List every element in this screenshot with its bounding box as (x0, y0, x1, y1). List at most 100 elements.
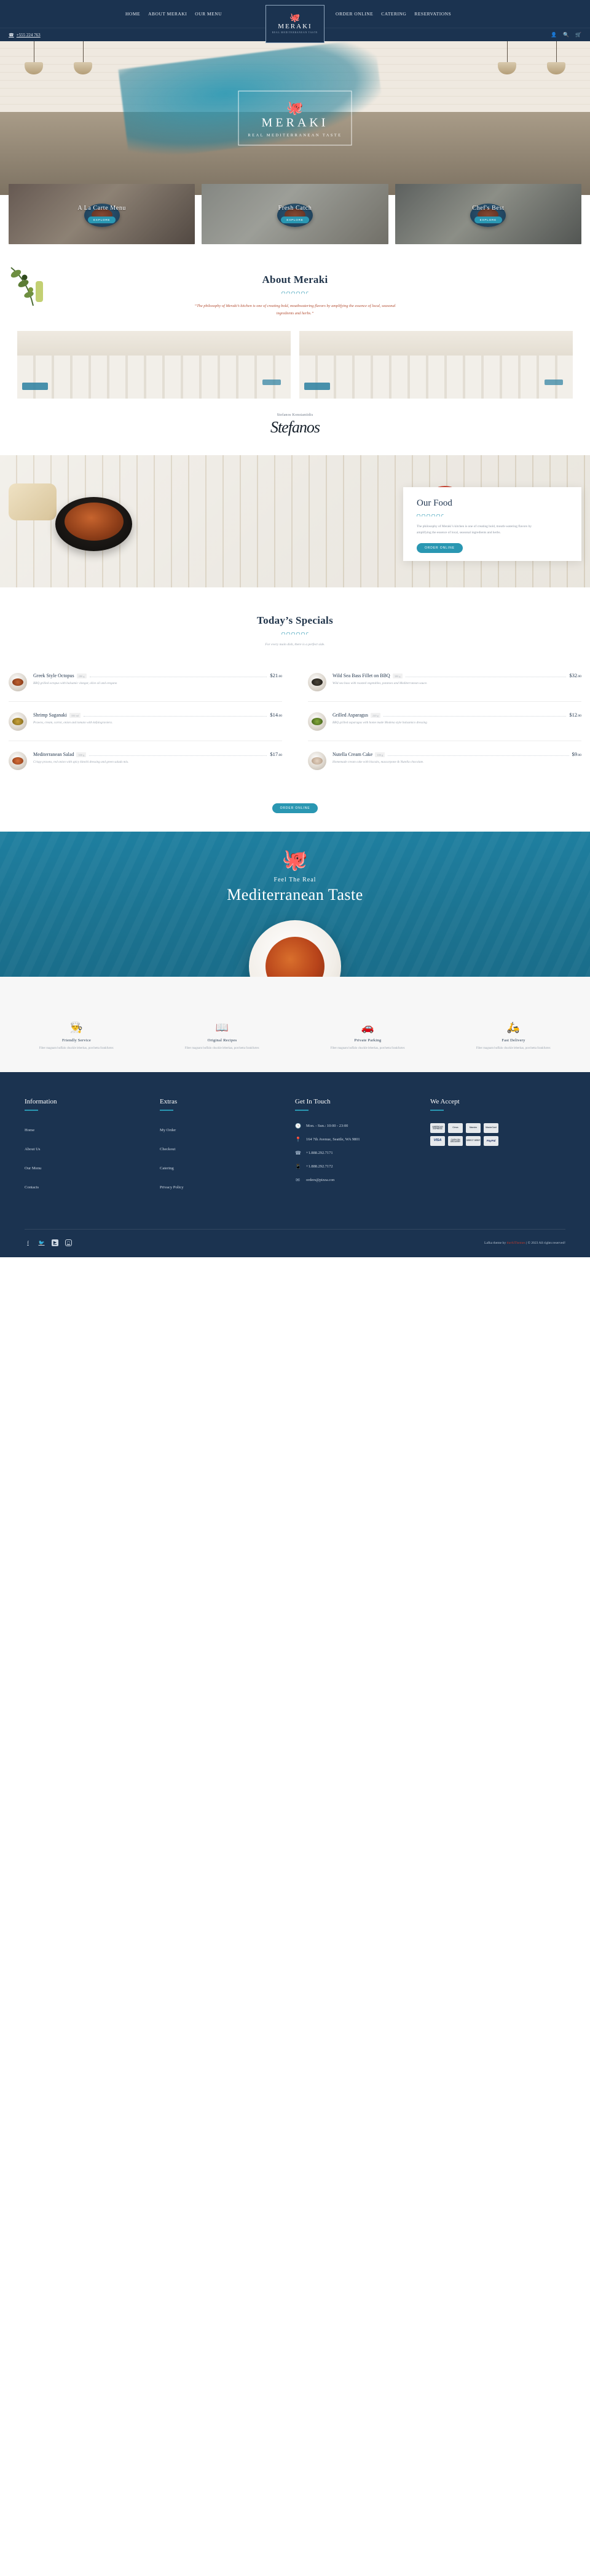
footer-column-title: We Accept (430, 1098, 460, 1106)
list-item: Catering (160, 1161, 295, 1172)
footer-link-my-order[interactable]: My Order (160, 1128, 176, 1132)
youtube-icon[interactable]: ▶ (52, 1239, 58, 1247)
banner-line-2: Mediterranean Taste (227, 885, 363, 904)
our-food-card: Our Food The philosophy of Meraki’s kitc… (403, 487, 581, 561)
mobile-number[interactable]: +1.888.292.7172 (306, 1164, 333, 1169)
salad-thumb (9, 751, 27, 770)
about-section: About Meraki “The philosophy of Meraki’s… (0, 244, 590, 437)
email-address[interactable]: orders@pizza.con (306, 1178, 334, 1182)
footer-link-contacts[interactable]: Contacts (25, 1185, 39, 1190)
special-price: $14.00 (270, 711, 282, 718)
footer-link-about-us[interactable]: About Us (25, 1147, 40, 1151)
card-overlay: Chef's Best Explore (395, 184, 581, 244)
twitter-icon[interactable]: 🐦 (38, 1239, 45, 1246)
card-title: Chef's Best (472, 205, 505, 212)
special-weight: 350 ml (69, 713, 81, 718)
promo-card-chefs-best[interactable]: Chef's Best Explore (395, 184, 581, 244)
todays-specials-section: Today’s Specials For every main dish, th… (0, 587, 590, 832)
promo-card-a-la-carte[interactable]: A La Carte Menu Explore (9, 184, 195, 244)
footer-link-list: My Order Checkout Catering Privacy Polic… (160, 1123, 295, 1191)
copyright-text: Lafka theme by theAlThemes | © 2023 All … (484, 1241, 565, 1245)
special-description: BBQ grilled octopus with balsamic vinega… (33, 681, 117, 685)
title-underline (430, 1110, 444, 1111)
theme-credit-link[interactable]: theAlThemes (507, 1241, 525, 1245)
promo-card-fresh-catch[interactable]: Fresh Catch Explore (202, 184, 388, 244)
special-item[interactable]: Greek Style Octopus 280 g $21.00 BBQ gri… (9, 662, 282, 701)
card-overlay: A La Carte Menu Explore (9, 184, 195, 244)
chef-signature: Stefanos (270, 418, 320, 436)
special-item[interactable]: Shrimp Saganaki 350 ml $14.00 Prawns, cr… (9, 701, 282, 741)
header-phone-link[interactable]: ☎ +555 224 763 (9, 33, 41, 38)
special-item[interactable]: Grilled Asparagus 220 g $12.00 BBQ grill… (308, 701, 581, 741)
footer-columns: Information Home About Us Our Menu Conta… (25, 1098, 565, 1199)
feature-fast-delivery: 🛵 Fast Delivery Fiber magnam buffalo chu… (446, 1022, 581, 1052)
primary-nav-right: ORDER ONLINE CATERING RESERVATIONS (336, 11, 451, 17)
copyright-suffix: | © 2023 All rights reserved! (525, 1241, 565, 1245)
card-explore-button[interactable]: Explore (474, 217, 502, 223)
special-price: $12.00 (569, 711, 581, 718)
pendant-lamp-icon (25, 41, 43, 74)
order-online-button[interactable]: Order Online (417, 543, 463, 554)
footer-column-get-in-touch: Get In Touch 🕓 Mon. - Sun.: 10:00 - 23:0… (295, 1098, 430, 1199)
nav-item-about-meraki[interactable]: ABOUT MERAKI (148, 11, 187, 17)
logo-tagline: REAL MEDITERRANEAN TASTE (272, 31, 318, 34)
list-item: My Order (160, 1123, 295, 1134)
site-logo[interactable]: 🐙 MERAKI REAL MEDITERRANEAN TASTE (266, 5, 324, 43)
nav-item-our-menu[interactable]: OUR MENU (195, 11, 222, 17)
octopus-icon: 🐙 (289, 14, 301, 23)
nav-item-catering[interactable]: CATERING (381, 11, 406, 17)
list-item: Contacts (25, 1180, 160, 1191)
list-item: Home (25, 1123, 160, 1134)
footer-link-checkout[interactable]: Checkout (160, 1147, 175, 1151)
logo-wordmark: MERAKI (278, 23, 312, 30)
mastercard-icon: MasterCard (484, 1123, 498, 1134)
instagram-icon[interactable]: ▢ (65, 1239, 72, 1247)
footer-column-title: Get In Touch (295, 1098, 331, 1106)
chef-name: Stefanos Konstantidis (277, 413, 313, 417)
special-item[interactable]: Wild Sea Bass Fillet on BBQ 380 g $32.00… (308, 662, 581, 701)
footer-link-privacy-policy[interactable]: Privacy Policy (160, 1185, 184, 1190)
primary-nav-left: HOME ABOUT MERAKI OUR MENU (125, 11, 222, 17)
order-online-button[interactable]: Order Online (272, 803, 318, 813)
special-description: Wild sea bass with roasted vegetables, p… (332, 681, 428, 685)
feature-title: Original Recipes (207, 1038, 237, 1043)
phone-number[interactable]: +1.888.292.7171 (306, 1151, 333, 1155)
pendant-lamp-icon (547, 41, 565, 74)
our-food-title: Our Food (417, 498, 452, 508)
nav-item-reservations[interactable]: RESERVATIONS (414, 11, 451, 17)
about-title: About Meraki (262, 274, 328, 285)
special-item[interactable]: Mediterranean Salad 300 g $17.00 Crispy … (9, 740, 282, 780)
skillet-graphic (55, 496, 132, 551)
nav-item-order-online[interactable]: ORDER ONLINE (336, 11, 373, 17)
saganaki-thumb (9, 712, 27, 731)
footer-link-catering[interactable]: Catering (160, 1166, 174, 1171)
special-item[interactable]: Nutella Cream Cake 180 g $9.00 Homemade … (308, 740, 581, 780)
footer-bottom-bar: f 🐦 ▶ ▢ Lafka theme by theAlThemes | © 2… (25, 1229, 565, 1257)
feature-title: Fast Delivery (502, 1038, 525, 1043)
footer-link-home[interactable]: Home (25, 1128, 34, 1132)
footer-column-information: Information Home About Us Our Menu Conta… (25, 1098, 160, 1199)
user-icon[interactable]: 👤 (551, 32, 557, 38)
card-explore-button[interactable]: Explore (281, 217, 309, 223)
footer-column-title: Extras (160, 1098, 178, 1106)
facebook-icon[interactable]: f (25, 1239, 31, 1246)
special-weight: 300 g (76, 752, 87, 758)
feature-private-parking: 🚗 Private Parking Fiber magnam buffalo c… (300, 1022, 436, 1052)
site-footer: Information Home About Us Our Menu Conta… (0, 1072, 590, 1258)
nav-item-home[interactable]: HOME (125, 11, 140, 17)
footer-contact-list: 🕓 Mon. - Sun.: 10:00 - 23:00 📍 164 7th A… (295, 1123, 430, 1183)
octopus-icon: 🐙 (286, 100, 304, 116)
cart-icon[interactable]: 🛒 (575, 32, 581, 38)
specials-title: Today’s Specials (257, 614, 333, 626)
footer-link-our-menu[interactable]: Our Menu (25, 1166, 41, 1171)
specials-note: For every main dish, there is a perfect … (265, 642, 325, 646)
bread-graphic (9, 483, 57, 520)
search-icon[interactable]: 🔍 (563, 32, 569, 38)
feature-friendly-service: 👨‍🍳 Friendly Service Fiber magnam buffal… (9, 1022, 144, 1052)
about-quote: “The philosophy of Meraki’s kitchen is o… (194, 304, 396, 316)
clock-icon: 🕓 (295, 1123, 301, 1129)
seabass-thumb (308, 672, 326, 691)
card-explore-button[interactable]: Explore (88, 217, 116, 223)
title-underline (295, 1110, 309, 1111)
address: 164 7th Avenue, Seattle, WA 9801 (306, 1137, 360, 1142)
